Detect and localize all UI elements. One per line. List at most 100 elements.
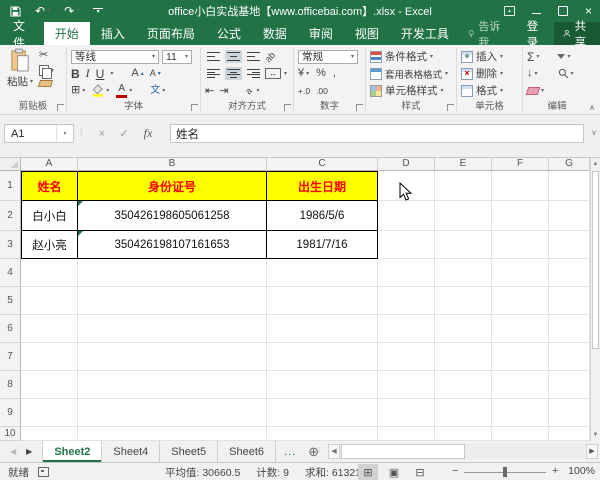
zoom-slider-thumb[interactable] [503, 467, 507, 477]
autosum-button[interactable]: Σ ▾ [527, 51, 539, 63]
page-layout-view-button[interactable]: ▣ [384, 464, 404, 480]
ribbon-tab-审阅[interactable]: 审阅 [298, 22, 344, 45]
cell-G3[interactable] [549, 231, 590, 259]
ribbon-tab-视图[interactable]: 视图 [344, 22, 390, 45]
share-button[interactable]: 共享 [553, 21, 600, 49]
format-painter-button[interactable] [37, 80, 54, 87]
fill-button[interactable]: ↓ ▾ [527, 68, 538, 79]
cell-G7[interactable] [549, 343, 590, 371]
cell-G6[interactable] [549, 315, 590, 343]
grow-font-button[interactable]: A ▴ [131, 68, 143, 79]
cell-E4[interactable] [435, 259, 492, 287]
select-all-button[interactable] [0, 158, 21, 171]
cell-D6[interactable] [378, 315, 435, 343]
column-header-C[interactable]: C [267, 158, 378, 171]
cell-styles-button[interactable]: 单元格样式 ▾ [370, 82, 454, 99]
cell-E1[interactable] [435, 171, 492, 201]
page-break-view-button[interactable]: ⊟ [410, 464, 430, 480]
cell-E7[interactable] [435, 343, 492, 371]
format-cells-button[interactable]: 格式 ▾ [461, 82, 520, 99]
align-top-icon[interactable] [205, 50, 222, 63]
row-header-10[interactable]: 10 [0, 427, 21, 441]
ribbon-tab-开发工具[interactable]: 开发工具 [390, 22, 460, 45]
formula-bar-splitter[interactable]: ⁞ [80, 127, 84, 137]
row-header-2[interactable]: 2 [0, 201, 21, 231]
row-header-8[interactable]: 8 [0, 371, 21, 399]
row-header-9[interactable]: 9 [0, 399, 21, 427]
cell-E6[interactable] [435, 315, 492, 343]
zoom-in-button[interactable]: + [552, 465, 558, 477]
cell-B9[interactable] [78, 399, 267, 427]
cell-B10[interactable] [78, 427, 267, 441]
cell-B1[interactable]: 身份证号 [78, 171, 267, 201]
decrease-decimal-button[interactable]: .00 [316, 86, 328, 96]
orientation-button[interactable]: ab [263, 49, 277, 63]
font-color-button[interactable]: A ▾ [116, 83, 132, 98]
cell-A5[interactable] [21, 287, 78, 315]
cell-F1[interactable] [492, 171, 549, 201]
row-header-3[interactable]: 3 [0, 231, 21, 259]
align-bottom-icon[interactable] [245, 50, 262, 63]
italic-button[interactable]: I [86, 66, 90, 81]
sort-filter-button[interactable]: ▾ [557, 54, 570, 60]
cell-B3[interactable]: 350426198107161653 [78, 231, 267, 259]
formula-input[interactable]: 姓名 [170, 124, 584, 143]
cell-G10[interactable] [549, 427, 590, 441]
cell-D5[interactable] [378, 287, 435, 315]
normal-view-button[interactable]: ⊞ [358, 464, 378, 480]
merge-center-button[interactable]: ↔ [265, 68, 281, 79]
sheet-tab-Sheet5[interactable]: Sheet5 [160, 441, 219, 462]
align-middle-icon[interactable] [225, 50, 242, 63]
column-header-B[interactable]: B [78, 158, 267, 171]
scroll-down-icon[interactable]: ▼ [591, 429, 600, 441]
zoom-out-button[interactable]: − [452, 465, 458, 477]
ribbon-tab-插入[interactable]: 插入 [90, 22, 136, 45]
cell-F6[interactable] [492, 315, 549, 343]
minimize-button[interactable] [531, 13, 541, 14]
cell-C1[interactable]: 出生日期 [267, 171, 378, 201]
ribbon-tab-公式[interactable]: 公式 [206, 22, 252, 45]
vertical-scrollbar[interactable]: ▲ ▼ [590, 158, 600, 441]
cell-F8[interactable] [492, 371, 549, 399]
cell-F7[interactable] [492, 343, 549, 371]
cut-button[interactable]: ✂ [39, 50, 54, 61]
cell-A9[interactable] [21, 399, 78, 427]
redo-button[interactable]: ↷ ▾ [64, 5, 79, 17]
shrink-font-button[interactable]: A ▾ [150, 69, 161, 78]
cell-C3[interactable]: 1981/7/16 [267, 231, 378, 259]
row-header-4[interactable]: 4 [0, 259, 21, 287]
vertical-scroll-thumb[interactable] [592, 171, 599, 349]
cell-F9[interactable] [492, 399, 549, 427]
cell-D2[interactable] [378, 201, 435, 231]
cell-A4[interactable] [21, 259, 78, 287]
find-select-button[interactable]: ▾ [558, 68, 574, 79]
cell-G9[interactable] [549, 399, 590, 427]
cell-A8[interactable] [21, 371, 78, 399]
cell-B7[interactable] [78, 343, 267, 371]
ribbon-display-options-button[interactable]: ▴ [503, 6, 515, 16]
currency-format-button[interactable]: ¥ ▾ [298, 68, 309, 79]
cell-C10[interactable] [267, 427, 378, 441]
align-right-icon[interactable] [245, 67, 262, 80]
cell-B5[interactable] [78, 287, 267, 315]
align-center-icon[interactable] [225, 67, 242, 80]
cell-B8[interactable] [78, 371, 267, 399]
cell-B6[interactable] [78, 315, 267, 343]
cell-C2[interactable]: 1986/5/6 [267, 201, 378, 231]
percent-format-button[interactable]: % [316, 68, 326, 79]
cell-G5[interactable] [549, 287, 590, 315]
cell-G4[interactable] [549, 259, 590, 287]
cell-D10[interactable] [378, 427, 435, 441]
sheet-nav-prev-icon[interactable]: ◀ [10, 447, 16, 456]
column-header-G[interactable]: G [549, 158, 590, 171]
column-header-A[interactable]: A [21, 158, 78, 171]
cell-D7[interactable] [378, 343, 435, 371]
cell-D8[interactable] [378, 371, 435, 399]
cancel-entry-button[interactable]: × [92, 124, 112, 143]
cell-C4[interactable] [267, 259, 378, 287]
cell-G8[interactable] [549, 371, 590, 399]
scroll-up-icon[interactable]: ▲ [591, 158, 600, 170]
align-left-icon[interactable] [205, 67, 222, 80]
sheet-tab-Sheet4[interactable]: Sheet4 [102, 441, 161, 462]
cell-G1[interactable] [549, 171, 590, 201]
